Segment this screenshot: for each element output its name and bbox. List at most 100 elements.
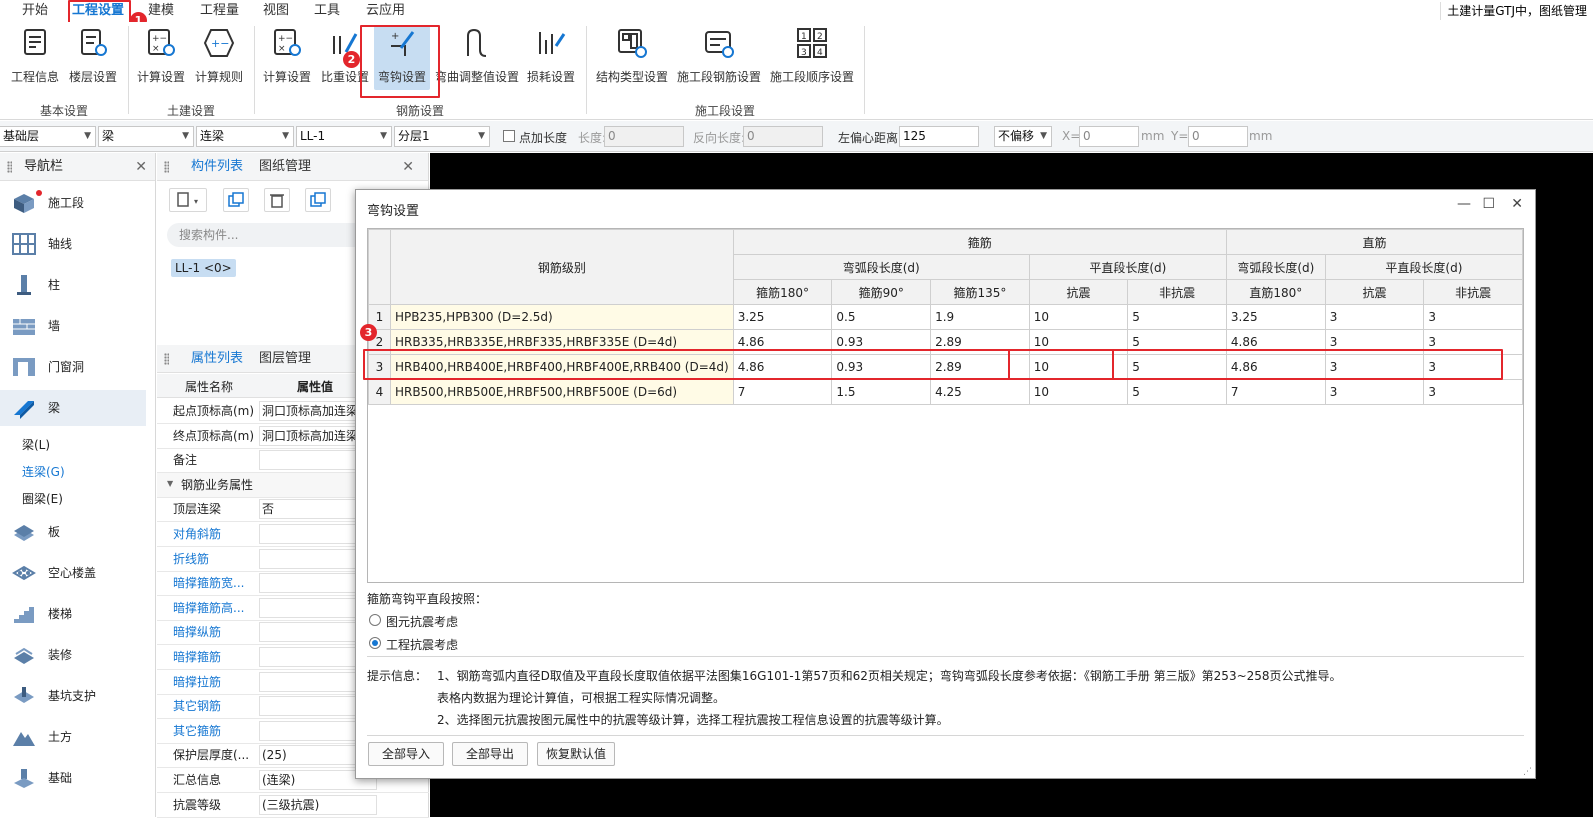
tab-drawing-management[interactable]: 图纸管理 xyxy=(253,153,317,181)
close-icon[interactable]: ✕ xyxy=(1511,196,1523,212)
nav-item-wall[interactable]: 墙 xyxy=(0,308,146,344)
component-chip-ll1[interactable]: LL-1 <0> xyxy=(171,259,236,277)
nav-item-decoration[interactable]: 装修 xyxy=(0,637,146,673)
nav-label: 门窗洞 xyxy=(48,360,85,374)
civil-calc-settings-button[interactable]: +− × 计算设置 xyxy=(134,26,188,90)
nav-item-foundation[interactable]: 基础 xyxy=(0,760,146,796)
hook-value-cell[interactable]: 0.5 xyxy=(831,304,932,330)
type-select-value: 连梁 xyxy=(200,129,225,143)
menu-modeling[interactable]: 建模 xyxy=(142,0,180,22)
delete-component-button[interactable] xyxy=(264,188,290,212)
drag-grip-icon[interactable] xyxy=(164,353,169,365)
new-component-button[interactable]: ▾ xyxy=(169,188,207,212)
nav-label: 空心楼盖 xyxy=(48,566,97,580)
tab-layer-management[interactable]: 图层管理 xyxy=(253,345,317,373)
hook-value-cell[interactable]: 10 xyxy=(1028,379,1129,405)
nav-label: 楼梯 xyxy=(48,607,73,621)
duplicate-component-button[interactable] xyxy=(305,188,331,212)
minimize-icon[interactable]: — xyxy=(1457,196,1471,212)
nav-item-earthwork[interactable]: 土方 xyxy=(0,719,146,755)
project-info-button[interactable]: 工程信息 xyxy=(8,26,62,90)
floor-settings-button[interactable]: 楼层设置 xyxy=(66,26,120,90)
menu-tools[interactable]: 工具 xyxy=(308,0,346,22)
resize-grip-icon[interactable]: ⋰ xyxy=(1523,767,1532,777)
menu-start[interactable]: 开始 xyxy=(16,0,54,22)
drag-grip-icon[interactable] xyxy=(164,161,169,173)
nav-item-beam[interactable]: 梁 xyxy=(0,390,146,426)
hook-value-cell[interactable]: 1.5 xyxy=(831,379,932,405)
offset-input[interactable]: 125 xyxy=(899,126,979,147)
nav-item-slab[interactable]: 板 xyxy=(0,514,146,550)
menu-view[interactable]: 视图 xyxy=(257,0,295,22)
collapse-caret-icon[interactable]: ▼ xyxy=(167,479,173,488)
property-value[interactable]: (三级抗震) xyxy=(259,794,377,815)
nav-item-axis[interactable]: 轴线 xyxy=(0,226,146,262)
x-input[interactable]: 0 xyxy=(1079,126,1139,147)
property-name-header: 属性名称 xyxy=(185,380,234,394)
reverse-length-input[interactable]: 0 xyxy=(743,126,823,147)
hook-value-cell[interactable]: 4.25 xyxy=(930,379,1030,405)
hook-value-cell[interactable]: 3 xyxy=(1423,379,1523,405)
col-stirrup-90: 箍筋90° xyxy=(831,279,932,305)
close-icon[interactable]: ✕ xyxy=(135,153,147,181)
hook-value-cell[interactable]: 1.9 xyxy=(930,304,1030,330)
hook-value-cell[interactable]: 3.25 xyxy=(732,304,833,330)
nav-item-stairs[interactable]: 楼梯 xyxy=(0,596,146,632)
restore-defaults-button[interactable]: 恢复默认值 xyxy=(537,742,615,766)
nav-sub-item-ring-beam[interactable]: 圈梁(E) xyxy=(22,490,63,507)
hook-value-cell[interactable]: 3 xyxy=(1324,379,1425,405)
layer-select[interactable]: 分层1 ▼ xyxy=(394,126,490,147)
loss-settings-label: 损耗设置 xyxy=(526,70,575,84)
element-select[interactable]: LL-1 ▼ xyxy=(296,126,392,147)
add-length-checkbox[interactable] xyxy=(503,130,515,142)
type-select[interactable]: 连梁 ▼ xyxy=(196,126,294,147)
close-icon[interactable]: ✕ xyxy=(402,153,414,181)
length-input[interactable]: 0 xyxy=(604,126,684,147)
calc-rules-button[interactable]: +− 计算规则 xyxy=(192,26,246,90)
nav-item-column[interactable]: 柱 xyxy=(0,267,146,303)
nav-item-segment[interactable]: 施工段 xyxy=(0,185,146,221)
bend-adjust-button[interactable]: 弯曲调整值设置 xyxy=(434,26,520,90)
nav-item-pit-support[interactable]: 基坑支护 xyxy=(0,678,146,714)
floor-settings-label: 楼层设置 xyxy=(68,70,117,84)
copy-component-button[interactable] xyxy=(223,188,249,212)
drag-grip-icon[interactable] xyxy=(7,161,12,173)
nav-item-hollow-floor[interactable]: 空心楼盖 xyxy=(0,555,146,591)
menu-quantity[interactable]: 工程量 xyxy=(194,0,245,22)
tab-property-list[interactable]: 属性列表 xyxy=(185,345,249,373)
import-all-button[interactable]: 全部导入 xyxy=(368,742,444,766)
hook-value-cell[interactable]: 10 xyxy=(1028,304,1129,330)
hook-value-cell[interactable]: 3 xyxy=(1324,304,1425,330)
offset-mode-select[interactable]: 不偏移 ▼ xyxy=(994,126,1052,147)
radio-element-seismic-label[interactable]: 图元抗震考虑 xyxy=(386,613,458,630)
hook-value-cell[interactable]: 7 xyxy=(1225,379,1326,405)
nav-sub-item-beam-l[interactable]: 梁(L) xyxy=(22,436,50,453)
tab-component-list[interactable]: 构件列表 xyxy=(185,153,249,181)
export-all-button[interactable]: 全部导出 xyxy=(452,742,528,766)
nav-item-opening[interactable]: 门窗洞 xyxy=(0,349,146,385)
hook-value-cell[interactable]: 5 xyxy=(1127,379,1227,405)
hook-value-cell[interactable]: 3.25 xyxy=(1225,304,1326,330)
property-name: 备注 xyxy=(173,453,198,468)
foundation-icon xyxy=(12,767,36,789)
radio-project-seismic-label[interactable]: 工程抗震考虑 xyxy=(386,636,458,653)
floor-select[interactable]: 基础层 ▼ xyxy=(0,126,96,147)
radio-project-seismic[interactable] xyxy=(369,637,381,649)
hook-value-cell[interactable]: 3 xyxy=(1423,304,1523,330)
hook-value-cell[interactable]: 5 xyxy=(1127,304,1227,330)
radio-element-seismic[interactable] xyxy=(369,614,381,626)
property-name: 暗撑拉筋 xyxy=(173,674,222,689)
segment-rebar-button[interactable]: 施工段钢筋设置 xyxy=(676,26,762,90)
y-unit: mm xyxy=(1249,129,1273,143)
structure-type-button[interactable]: 结构类型设置 xyxy=(594,26,670,90)
ribbon-separator xyxy=(254,26,255,114)
hook-value-cell[interactable]: 7 xyxy=(732,379,833,405)
category-select[interactable]: 梁 ▼ xyxy=(98,126,194,147)
maximize-icon[interactable]: ☐ xyxy=(1482,196,1495,212)
menu-cloud[interactable]: 云应用 xyxy=(360,0,411,22)
loss-settings-button[interactable]: 损耗设置 xyxy=(524,26,578,90)
nav-sub-item-coupling-beam[interactable]: 连梁(G) xyxy=(22,463,65,480)
rebar-calc-settings-button[interactable]: +− × 计算设置 xyxy=(260,26,314,90)
y-input[interactable]: 0 xyxy=(1188,126,1248,147)
segment-order-button[interactable]: 1234 施工段顺序设置 xyxy=(768,26,856,90)
